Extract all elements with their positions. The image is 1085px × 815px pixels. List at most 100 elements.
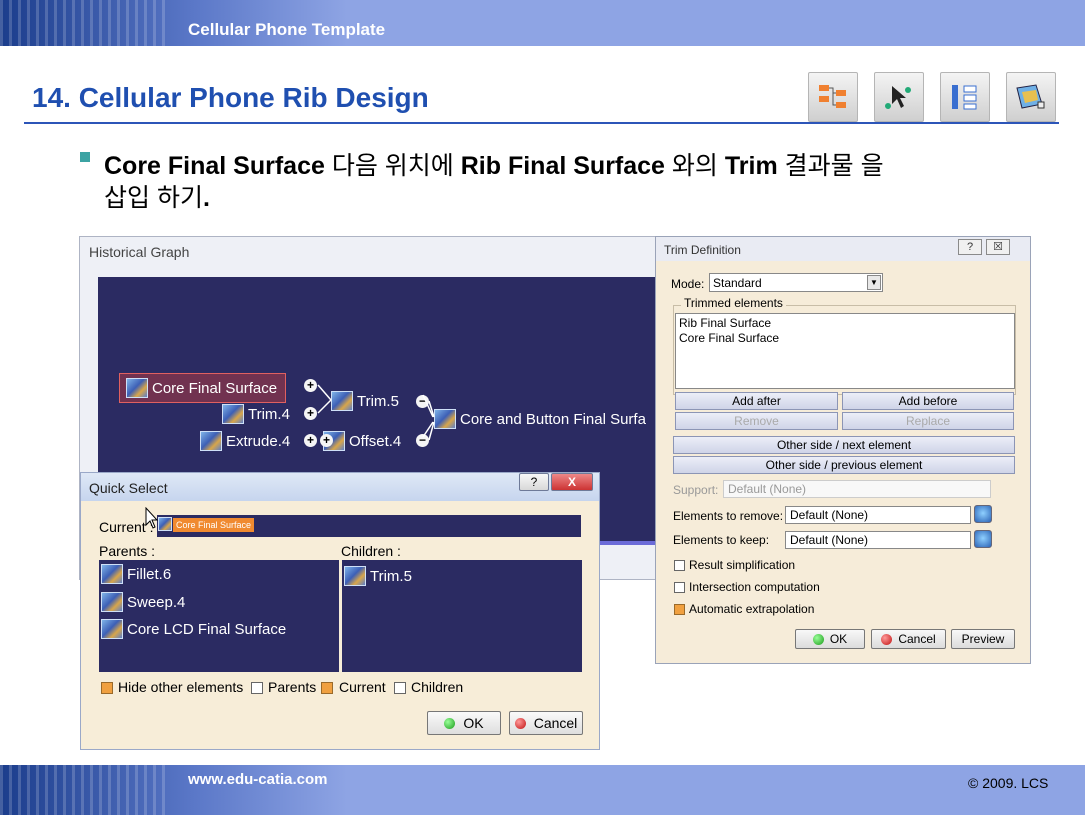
hide-other-elements-checkbox[interactable] (101, 682, 113, 694)
intersection-computation-checkbox[interactable] (674, 582, 685, 593)
parents-checkbox[interactable] (251, 682, 263, 694)
other-side-next-button[interactable]: Other side / next element (673, 436, 1015, 454)
list-item-label: Fillet.6 (127, 565, 172, 583)
cancel-button[interactable]: Cancel (871, 629, 946, 649)
slide-title: 14. Cellular Phone Rib Design (32, 82, 429, 113)
bullet-text-segment: 와의 (664, 152, 725, 180)
header-bar (0, 0, 1085, 46)
cancel-icon (514, 717, 526, 729)
elements-to-remove-label: Elements to remove: (673, 509, 784, 523)
bullet-text-line2: 삽입 하기 (104, 184, 203, 212)
dialog-title: Trim Definition (664, 243, 741, 257)
hide-other-elements-label: Hide other elements (118, 679, 244, 695)
children-checkbox-label: Children (411, 679, 464, 695)
bullet-bold-trim: Trim (724, 152, 778, 180)
sweep-feature-icon (101, 592, 123, 612)
list-item[interactable]: Core Final Surface (679, 331, 1011, 346)
trim-definition-dialog: Trim Definition ? ☒ Mode: Standard ▼ Tri… (655, 236, 1031, 664)
mode-select[interactable]: Standard ▼ (709, 273, 883, 292)
multi-selection-icon[interactable] (974, 505, 992, 523)
replace-button[interactable]: Replace (842, 412, 1014, 430)
cancel-icon (881, 633, 893, 645)
list-item[interactable]: Trim.5 (344, 566, 412, 586)
parents-label: Parents : (99, 543, 156, 559)
ok-label: OK (829, 632, 848, 646)
fillet-feature-icon (101, 564, 123, 584)
bullet-text: Core Final Surface 다음 위치에 Rib Final Surf… (104, 150, 1004, 214)
title-divider (24, 122, 1059, 124)
bullet-bold-core: Core Final Surface (104, 152, 325, 180)
current-checkbox[interactable] (321, 682, 333, 694)
automatic-extrapolation-checkbox[interactable] (674, 604, 685, 615)
surface-icon[interactable] (1006, 72, 1056, 122)
current-checkbox-label: Current (339, 679, 386, 695)
result-simplification-label: Result simplification (689, 558, 796, 572)
parents-list[interactable]: Fillet.6 Sweep.4 Core LCD Final Surface (99, 560, 339, 672)
select-cursor-icon[interactable] (874, 72, 924, 122)
remove-button[interactable]: Remove (675, 412, 838, 430)
cancel-label: Cancel (533, 715, 578, 731)
insert-tree-icon[interactable] (808, 72, 858, 122)
bullet-text-segment: 다음 위치에 (324, 152, 461, 180)
add-after-button[interactable]: Add after (675, 392, 838, 410)
list-item[interactable]: Sweep.4 (101, 592, 185, 612)
current-value: Core Final Surface (173, 518, 255, 532)
intersection-computation-label: Intersection computation (689, 580, 820, 594)
add-before-button[interactable]: Add before (842, 392, 1014, 410)
footer-url[interactable]: www.edu-catia.com (188, 771, 327, 788)
children-list[interactable]: Trim.5 (342, 560, 582, 672)
trim-feature-icon (344, 566, 366, 586)
cancel-label: Cancel (898, 632, 936, 646)
historical-graph-title: Historical Graph (89, 244, 190, 260)
list-item[interactable]: Fillet.6 (101, 564, 171, 584)
support-field[interactable]: Default (None) (723, 480, 991, 498)
elements-to-keep-label: Elements to keep: (673, 533, 770, 547)
graph-scrollbar[interactable] (600, 541, 660, 545)
parents-checkbox-label: Parents (268, 679, 317, 695)
dialog-titlebar: Quick Select ? X (81, 473, 599, 501)
preview-button[interactable]: Preview (951, 629, 1015, 649)
automatic-extrapolation-label: Automatic extrapolation (689, 602, 815, 616)
result-simplification-checkbox[interactable] (674, 560, 685, 571)
footer-bar (0, 765, 1085, 815)
cancel-button[interactable]: Cancel (509, 711, 583, 735)
dialog-titlebar: Trim Definition ? ☒ (656, 237, 1030, 261)
footer-copyright: © 2009. LCS (968, 775, 1049, 791)
children-checkbox[interactable] (394, 682, 406, 694)
elements-to-keep-field[interactable]: Default (None) (785, 531, 971, 549)
list-item[interactable]: Rib Final Surface (679, 316, 1011, 331)
ok-button[interactable]: OK (795, 629, 865, 649)
list-item-label: Trim.5 (370, 567, 412, 585)
bullet-period: . (202, 184, 210, 212)
chevron-down-icon[interactable]: ▼ (867, 275, 881, 290)
ok-icon (812, 633, 824, 645)
current-field[interactable]: Core Final Surface (157, 515, 581, 537)
elements-to-remove-field[interactable]: Default (None) (785, 506, 971, 524)
hierarchy-icon[interactable] (940, 72, 990, 122)
help-button[interactable]: ? (958, 239, 982, 255)
list-item-label: Core LCD Final Surface (127, 620, 287, 638)
surface-feature-icon (101, 619, 123, 639)
help-button[interactable]: ? (519, 473, 549, 491)
children-label: Children : (341, 543, 401, 559)
close-button[interactable]: ☒ (986, 239, 1010, 255)
trimmed-elements-list[interactable]: Rib Final Surface Core Final Surface (675, 313, 1015, 389)
mode-value: Standard (713, 276, 762, 290)
dialog-title: Quick Select (89, 480, 168, 496)
support-label: Support: (673, 483, 719, 497)
quick-select-dialog: Quick Select ? X Current : Core Final Su… (80, 472, 600, 750)
ok-button[interactable]: OK (427, 711, 501, 735)
ok-label: OK (463, 715, 484, 731)
multi-selection-icon[interactable] (974, 530, 992, 548)
other-side-previous-button[interactable]: Other side / previous element (673, 456, 1015, 474)
bullet-text-segment: 결과물 을 (777, 152, 884, 180)
dialog-body: Mode: Standard ▼ Trimmed elements Rib Fi… (661, 261, 1026, 659)
list-item-label: Sweep.4 (127, 593, 186, 611)
ok-icon (444, 717, 456, 729)
bullet-marker (80, 152, 90, 162)
mouse-cursor-icon (145, 507, 159, 529)
close-button[interactable]: X (551, 473, 593, 491)
list-item[interactable]: Core LCD Final Surface (101, 619, 286, 639)
bullet-bold-rib: Rib Final Surface (460, 152, 665, 180)
trimmed-elements-label: Trimmed elements (681, 296, 786, 310)
